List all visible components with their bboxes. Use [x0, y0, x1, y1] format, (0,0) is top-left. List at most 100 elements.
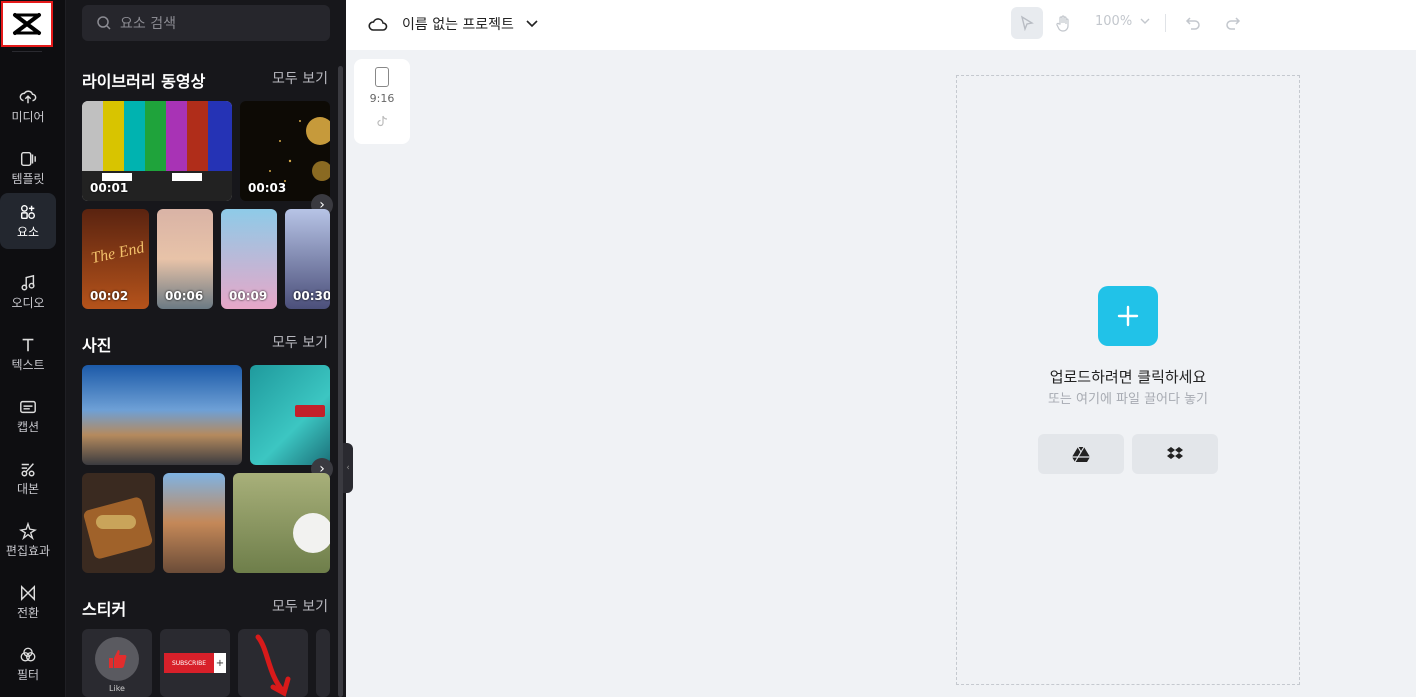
- rail-item-text[interactable]: 텍스트: [0, 326, 56, 382]
- capcut-logo[interactable]: [1, 1, 53, 47]
- capcut-logo-icon: [13, 13, 41, 35]
- music-note-icon: [21, 274, 35, 291]
- redo-icon: [1226, 17, 1241, 30]
- photo-alley[interactable]: [163, 473, 225, 573]
- plus-icon: +: [214, 653, 226, 673]
- plus-icon: [1117, 305, 1139, 327]
- rail-item-filters[interactable]: 필터: [0, 636, 56, 692]
- rail-item-media[interactable]: 미디어: [0, 78, 56, 134]
- sticker-like-label: Like: [109, 684, 125, 693]
- rail-item-elements[interactable]: 요소: [0, 193, 56, 249]
- transition-icon: [20, 584, 36, 602]
- rail-divider: [12, 51, 42, 52]
- stickers-see-all-link[interactable]: 모두 보기: [272, 596, 328, 616]
- sticker-like[interactable]: Like: [82, 629, 152, 697]
- chevron-down-icon: [1140, 18, 1150, 24]
- upload-subtitle: 또는 여기에 파일 끌어다 놓기: [1047, 392, 1209, 407]
- google-drive-button[interactable]: [1038, 434, 1124, 474]
- aspect-ratio-label: 9:16: [369, 92, 395, 105]
- text-icon: [22, 338, 34, 352]
- search-input[interactable]: 요소 검색: [82, 5, 330, 41]
- pointer-icon: [1020, 15, 1034, 31]
- rail-item-effects[interactable]: 편집효과: [0, 512, 56, 568]
- rail-label: 텍스트: [11, 358, 45, 372]
- duration-label: 00:03: [248, 181, 287, 195]
- caption-icon: [20, 400, 36, 414]
- video-thumb-gold-particles[interactable]: 00:03: [240, 101, 330, 201]
- upload-title: 업로드하려면 클릭하세요: [1049, 368, 1207, 386]
- undo-button[interactable]: [1181, 11, 1205, 35]
- hand-tool-button[interactable]: [1048, 7, 1080, 39]
- rail-label: 템플릿: [11, 172, 45, 186]
- panel-collapse-handle[interactable]: ‹: [343, 443, 353, 493]
- cloud-icon: [368, 18, 388, 31]
- top-bar: 이름 없는 프로젝트 100%: [346, 0, 1416, 50]
- project-name: 이름 없는 프로젝트: [402, 17, 514, 33]
- redo-button[interactable]: [1221, 11, 1245, 35]
- library-videos-title: 라이브러리 동영상: [82, 72, 206, 91]
- select-tool-button[interactable]: [1011, 7, 1043, 39]
- video-thumb-the-end[interactable]: The End 00:02: [82, 209, 149, 309]
- stickers-title: 스티커: [82, 600, 127, 619]
- toolbar-divider: [1165, 14, 1166, 32]
- undo-icon: [1185, 17, 1200, 30]
- rail-label: 편집효과: [5, 544, 51, 558]
- dropbox-button[interactable]: [1132, 434, 1218, 474]
- rail-label: 전환: [16, 606, 40, 620]
- video-thumb-mountains[interactable]: 00:30: [285, 209, 330, 309]
- rail-label: 오디오: [11, 296, 45, 310]
- svg-text:The End: The End: [90, 239, 147, 267]
- photo-sea-boat[interactable]: [250, 365, 330, 465]
- video-thumb-beach[interactable]: 00:06: [157, 209, 213, 309]
- hand-icon: [1056, 15, 1069, 32]
- rail-item-transitions[interactable]: 전환: [0, 574, 56, 630]
- video-thumb-flowers[interactable]: 00:09: [221, 209, 277, 309]
- app-root: 미디어 템플릿 요소 오디오 텍스트 캡션 대본 편집효과 전환 필터 요소 검…: [0, 0, 1416, 697]
- elements-panel: 요소 검색 라이브러리 동영상 모두 보기 00:01 00:03 › The …: [66, 0, 346, 697]
- rail-label: 필터: [16, 668, 40, 682]
- rail-label: 요소: [16, 225, 40, 239]
- rail-label: 캡션: [16, 420, 40, 434]
- upload-plus-button[interactable]: [1098, 286, 1158, 346]
- rail-item-audio[interactable]: 오디오: [0, 264, 56, 320]
- rail-item-templates[interactable]: 템플릿: [0, 140, 56, 196]
- photos-see-all-link[interactable]: 모두 보기: [272, 332, 328, 352]
- rail-item-script[interactable]: 대본: [0, 450, 56, 506]
- template-icon: [20, 151, 36, 167]
- library-see-all-link[interactable]: 모두 보기: [272, 68, 328, 88]
- duration-label: 00:01: [90, 181, 129, 195]
- rail-item-captions[interactable]: 캡션: [0, 388, 56, 444]
- sticker-subscribe-label: SUBSCRIBE: [164, 653, 214, 673]
- photo-tacos[interactable]: [82, 473, 155, 573]
- photo-city-skyline[interactable]: [82, 365, 242, 465]
- panel-scrollbar[interactable]: [338, 66, 343, 697]
- elements-icon: [20, 204, 36, 220]
- filter-icon: [20, 647, 36, 662]
- zoom-dropdown[interactable]: 100%: [1095, 14, 1150, 29]
- phone-icon: [375, 67, 389, 87]
- search-placeholder: 요소 검색: [120, 16, 176, 32]
- google-drive-icon: [1072, 446, 1090, 462]
- aspect-ratio-button[interactable]: 9:16: [354, 59, 410, 144]
- cloud-upload-icon: [19, 90, 37, 104]
- sticker-subscribe[interactable]: SUBSCRIBE +: [160, 629, 230, 697]
- sticker-partial[interactable]: [316, 629, 330, 697]
- photo-white-dog[interactable]: [233, 473, 330, 573]
- sticker-red-arrow[interactable]: [238, 629, 308, 697]
- duration-label: 00:06: [165, 289, 204, 303]
- script-icon: [21, 463, 35, 477]
- photos-title: 사진: [82, 336, 112, 355]
- thumbs-up-icon: [95, 637, 139, 681]
- dropbox-icon: [1167, 447, 1183, 459]
- chevron-down-icon: [526, 20, 538, 28]
- rail-label: 미디어: [11, 110, 45, 124]
- project-title-dropdown[interactable]: 이름 없는 프로젝트: [368, 14, 552, 34]
- duration-label: 00:02: [90, 289, 129, 303]
- rail-label: 대본: [16, 482, 40, 496]
- duration-label: 00:09: [229, 289, 268, 303]
- tiktok-icon: [377, 115, 388, 127]
- red-arrow-icon: [255, 634, 291, 697]
- upload-dropzone[interactable]: 업로드하려면 클릭하세요 또는 여기에 파일 끌어다 놓기: [956, 75, 1300, 685]
- video-thumb-color-bars[interactable]: 00:01: [82, 101, 232, 201]
- effects-icon: [19, 522, 37, 540]
